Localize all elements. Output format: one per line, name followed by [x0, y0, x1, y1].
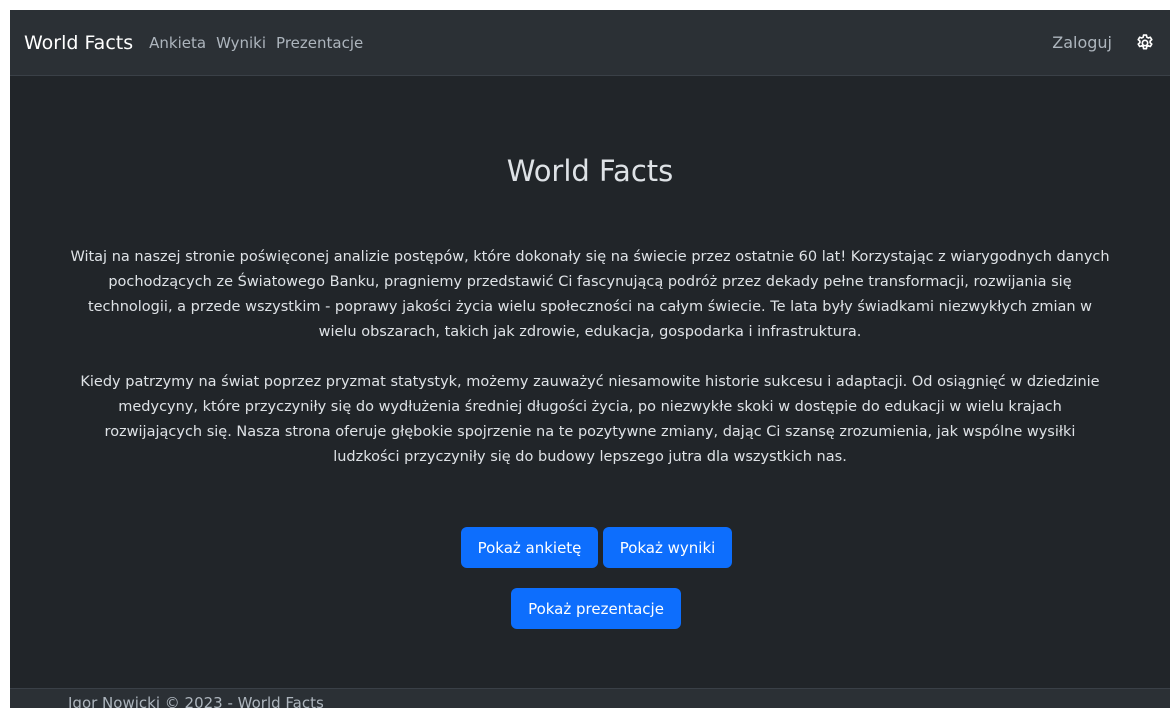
show-results-button[interactable]: Pokaż wyniki	[603, 527, 732, 568]
footer: Igor Nowicki © 2023 - World Facts	[10, 688, 1170, 708]
app-window: World Facts Ankieta Wyniki Prezentacje Z…	[10, 10, 1170, 708]
nav-links: Ankieta Wyniki Prezentacje	[149, 34, 363, 52]
gear-icon[interactable]	[1134, 32, 1156, 54]
nav-link-results[interactable]: Wyniki	[216, 34, 266, 52]
login-link[interactable]: Zaloguj	[1052, 33, 1112, 52]
nav-right: Zaloguj	[1052, 32, 1156, 54]
brand-link[interactable]: World Facts	[24, 32, 133, 54]
nav-link-survey[interactable]: Ankieta	[149, 34, 206, 52]
footer-text: Igor Nowicki © 2023 - World Facts	[68, 694, 324, 708]
navbar: World Facts Ankieta Wyniki Prezentacje Z…	[10, 10, 1170, 76]
show-presentations-button[interactable]: Pokaż prezentacje	[511, 588, 681, 629]
intro-paragraph: Witaj na naszej stronie poświęconej anal…	[70, 249, 1110, 340]
main-content: World Facts Witaj na naszej stronie pośw…	[10, 76, 1170, 688]
nav-link-presentations[interactable]: Prezentacje	[276, 34, 363, 52]
page-title: World Facts	[506, 154, 674, 188]
show-survey-button[interactable]: Pokaż ankietę	[461, 527, 598, 568]
description-paragraph: Kiedy patrzymy na świat poprzez pryzmat …	[80, 374, 1100, 465]
